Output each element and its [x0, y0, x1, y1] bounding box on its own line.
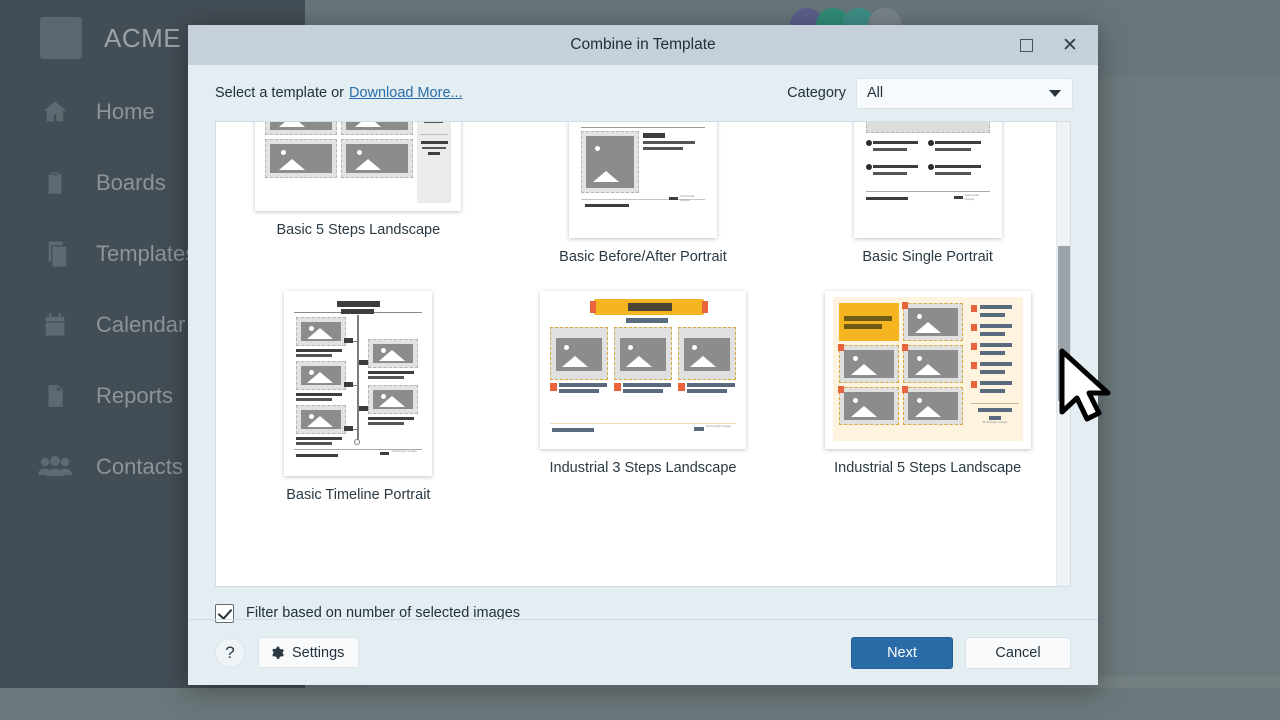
template-thumbnail-industrial-5-steps-landscape[interactable]: Technically Google	[824, 291, 1031, 449]
template-card[interactable]: Technically Google Industrial 3 Steps La…	[501, 265, 786, 503]
mouse-cursor	[1059, 348, 1111, 422]
clipboard-icon	[38, 167, 72, 199]
template-name: Basic Single Portrait	[862, 249, 993, 265]
category-select[interactable]: All	[856, 77, 1073, 109]
template-thumbnail-industrial-3-steps-landscape[interactable]: Technically Google	[539, 291, 746, 449]
watermark: Technically Google	[705, 424, 732, 428]
template-name: Basic 5 Steps Landscape	[276, 222, 441, 238]
help-button[interactable]: ?	[215, 637, 245, 668]
settings-button[interactable]: Settings	[258, 637, 360, 668]
watermark: Technically Google	[391, 449, 417, 453]
maximize-icon	[1019, 38, 1033, 52]
gear-icon	[272, 646, 284, 659]
chevron-down-icon	[1049, 89, 1061, 97]
template-card[interactable]: Technically Google Industrial 5 Steps La…	[785, 265, 1070, 503]
template-grid: Basic 5 Steps Landscape Technically Goog…	[216, 122, 1070, 503]
background-status-strip	[0, 688, 1280, 720]
template-card[interactable]: Basic 5 Steps Landscape	[216, 122, 501, 265]
brand-name: ACME	[104, 22, 182, 53]
cancel-button[interactable]: Cancel	[965, 636, 1071, 669]
watermark: Technically Google	[964, 193, 980, 201]
sidebar-item-label: Boards	[96, 169, 166, 195]
template-thumbnail-basic-single-portrait[interactable]: Technically Google	[853, 122, 1002, 238]
template-card[interactable]: Technically Google Basic Timeline Portra…	[216, 265, 501, 503]
copy-icon	[38, 238, 72, 270]
template-card[interactable]: Technically Google Basic Before/After Po…	[501, 122, 786, 265]
dialog-titlebar[interactable]: Combine in Template ✕	[188, 25, 1098, 65]
download-more-link[interactable]: Download More...	[349, 85, 463, 101]
logo-icon	[40, 17, 82, 59]
template-name: Basic Before/After Portrait	[559, 249, 727, 265]
home-icon	[38, 96, 72, 128]
template-thumbnail-basic-5-steps-landscape[interactable]	[255, 122, 462, 211]
close-button[interactable]: ✕	[1048, 25, 1092, 65]
template-grid-panel: Basic 5 Steps Landscape Technically Goog…	[215, 121, 1071, 587]
dialog-footer: ? Settings Next Cancel	[188, 619, 1098, 685]
close-icon: ✕	[1062, 34, 1078, 56]
sidebar-item-label: Contacts	[96, 453, 183, 479]
window-controls: ✕	[1004, 25, 1092, 65]
combine-in-template-dialog: Combine in Template ✕ Select a template …	[188, 25, 1098, 685]
category-value: All	[867, 85, 884, 101]
document-icon	[38, 380, 72, 412]
sidebar-item-label: Calendar	[96, 311, 186, 337]
sidebar-item-label: Templates	[96, 240, 197, 266]
select-template-label: Select a template or	[215, 85, 344, 101]
people-icon	[38, 451, 72, 483]
category-label: Category	[787, 85, 846, 101]
watermark: Technically Google	[679, 194, 695, 202]
template-name: Industrial 3 Steps Landscape	[549, 460, 737, 476]
settings-label: Settings	[292, 644, 345, 661]
template-name: Industrial 5 Steps Landscape	[834, 460, 1022, 476]
dialog-header: Select a template or Download More... Ca…	[188, 65, 1098, 121]
calendar-icon	[38, 309, 72, 341]
watermark: Technically Google	[982, 420, 1008, 424]
footer-actions: Next Cancel	[851, 636, 1071, 669]
sidebar-item-label: Home	[96, 98, 155, 124]
template-thumbnail-basic-timeline-portrait[interactable]: Technically Google	[284, 291, 433, 476]
sidebar-item-label: Reports	[96, 382, 174, 408]
next-button[interactable]: Next	[851, 636, 953, 669]
maximize-button[interactable]	[1004, 25, 1048, 65]
template-card[interactable]: Technically Google Basic Single Portrait	[785, 122, 1070, 265]
template-thumbnail-basic-before-after-portrait[interactable]: Technically Google	[568, 122, 717, 238]
template-name: Basic Timeline Portrait	[286, 487, 431, 503]
category-filter: Category All	[787, 77, 1073, 109]
dialog-title: Combine in Template	[570, 36, 716, 53]
